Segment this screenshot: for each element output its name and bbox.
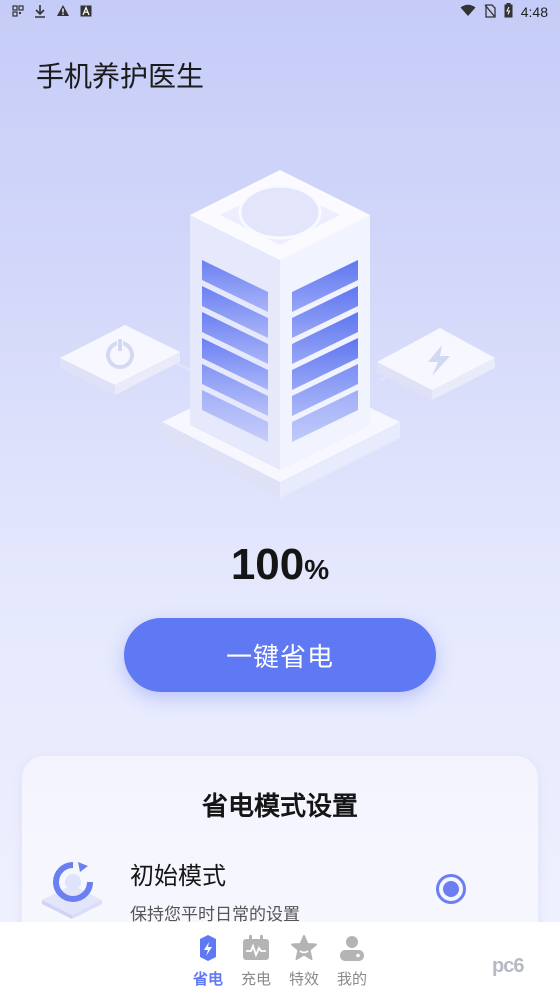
tab-label: 特效 (288, 970, 319, 988)
lightning-tile (377, 328, 495, 400)
tab-save-power[interactable]: 省电 (188, 934, 228, 989)
tab-effects[interactable]: 特效 (284, 934, 324, 989)
battery-percent-unit: % (304, 554, 330, 585)
tab-charge[interactable]: 充电 (236, 934, 276, 989)
power-tile (60, 325, 180, 395)
card-title: 省电模式设置 (201, 792, 358, 822)
status-time: 4:48 (520, 4, 548, 20)
mode-name: 初始模式 (130, 862, 226, 890)
watermark-logo: pc6 (492, 955, 524, 977)
battery-icon (504, 3, 513, 21)
one-click-save-button[interactable]: 一键省电 (124, 618, 436, 692)
download-icon (34, 4, 46, 21)
no-sim-icon (484, 3, 496, 21)
battery-percent-value: 100 (230, 540, 305, 589)
mode-radio-selected[interactable] (436, 874, 466, 904)
charge-tab-icon (242, 934, 270, 962)
mode-refresh-icon (38, 852, 108, 922)
tab-label: 我的 (336, 970, 367, 988)
wifi-icon (460, 4, 476, 20)
tab-mine[interactable]: 我的 (332, 934, 372, 989)
battery-illustration (40, 140, 520, 510)
tab-label: 充电 (240, 970, 271, 988)
page-title: 手机养护医生 (36, 60, 205, 93)
battery-percent: 100% (0, 540, 560, 590)
mode-item-initial[interactable]: 初始模式 保持您平时日常的设置 (22, 846, 538, 926)
battery-tab-icon (194, 934, 222, 962)
qr-icon (12, 4, 24, 20)
user-tab-icon (338, 934, 366, 962)
warning-icon (56, 4, 70, 20)
radio-dot (443, 881, 459, 897)
a-icon (80, 5, 92, 20)
bottom-tab-bar: 省电 充电 特效 我的 (0, 922, 560, 997)
tab-label: 省电 (192, 970, 223, 988)
status-bar: 4:48 (0, 0, 560, 24)
star-tab-icon (290, 934, 318, 962)
